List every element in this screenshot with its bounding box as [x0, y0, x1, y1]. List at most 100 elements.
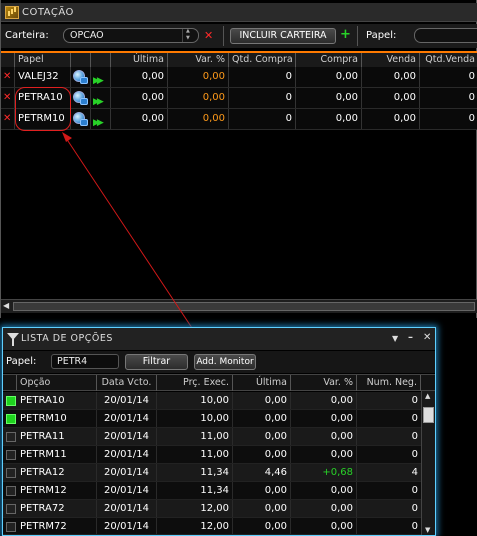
- col-var[interactable]: Var. %: [291, 375, 357, 391]
- col-compra[interactable]: Compra: [296, 53, 362, 67]
- lista-opcoes-vertical-scrollbar[interactable]: ▲ ▼: [421, 391, 435, 535]
- remove-row-icon[interactable]: ✕: [1, 88, 15, 108]
- filtrar-button[interactable]: Filtrar: [125, 354, 188, 370]
- send-order-icon[interactable]: ▶▶: [91, 67, 111, 87]
- row-prc-exec: 11,34: [157, 482, 233, 499]
- row-opcao: PETRM72: [17, 518, 97, 534]
- option-row[interactable]: PETRM12 20/01/14 11,34 0,00 0,00 0: [3, 482, 421, 500]
- search-book-icon[interactable]: [71, 88, 91, 108]
- send-order-icon[interactable]: ▶▶: [91, 88, 111, 108]
- remove-row-icon[interactable]: ✕: [1, 109, 15, 129]
- option-row[interactable]: PETRM10 20/01/14 10,00 0,00 0,00 0: [3, 410, 421, 428]
- row-qtd-venda: 0: [468, 71, 475, 82]
- papel-input[interactable]: [414, 28, 477, 43]
- row-qtd-compra: 0: [229, 67, 296, 87]
- row-ultima: 0,00: [233, 500, 291, 517]
- scroll-up-arrow-icon[interactable]: ▲: [425, 392, 430, 400]
- dropdown-menu-icon[interactable]: ▼: [392, 334, 398, 343]
- col-var[interactable]: Var. %: [168, 53, 229, 67]
- row-var: 0,00: [168, 88, 229, 108]
- lista-opcoes-title: LISTA DE OPÇÕES: [21, 333, 113, 344]
- carteira-select[interactable]: OPCAO: [63, 28, 199, 43]
- cotacao-window: COTAÇÃO Carteira: OPCAO ✕ INCLUIR CARTEI…: [0, 0, 477, 318]
- option-row[interactable]: PETRA12 20/01/14 11,34 4,46 +0,68 4: [3, 464, 421, 482]
- row-opcao: PETRA12: [17, 464, 97, 481]
- row-ultima: 0,00: [233, 428, 291, 445]
- option-row[interactable]: PETRA11 20/01/14 11,00 0,00 0,00 0: [3, 428, 421, 446]
- col-num-neg[interactable]: Num. Neg.: [357, 375, 421, 391]
- remove-carteira-icon[interactable]: ✕: [204, 29, 213, 42]
- remove-row-icon[interactable]: ✕: [1, 67, 15, 87]
- cotacao-row[interactable]: ✕ PETRM10 ▶▶ 0,00 0,00 0 0,00 0,00 0: [1, 109, 477, 130]
- row-ultima: 0,00: [111, 109, 168, 129]
- carteira-select-value: OPCAO: [70, 30, 104, 41]
- row-data-vcto: 20/01/14: [97, 518, 157, 534]
- row-num-neg: 0: [411, 485, 418, 496]
- row-var: 0,00: [291, 392, 357, 409]
- lista-opcoes-title-bar[interactable]: LISTA DE OPÇÕES ▼ – ✕: [3, 328, 435, 350]
- col-check: [3, 375, 17, 391]
- scroll-thumb[interactable]: [423, 407, 434, 423]
- row-checkbox[interactable]: [6, 486, 16, 496]
- row-var: 0,00: [291, 482, 357, 499]
- row-num-neg: 0: [411, 413, 418, 424]
- row-checkbox[interactable]: [6, 432, 16, 442]
- row-prc-exec: 11,00: [157, 446, 233, 463]
- scroll-down-arrow-icon[interactable]: ▼: [425, 526, 430, 534]
- filter-funnel-icon: [7, 333, 19, 346]
- papel-filter-input[interactable]: PETR4: [51, 354, 119, 369]
- cotacao-row[interactable]: ✕ VALEJ32 ▶▶ 0,00 0,00 0 0,00 0,00 0: [1, 67, 477, 88]
- row-qtd-venda: 0: [468, 113, 475, 124]
- row-checkbox[interactable]: [6, 450, 16, 460]
- close-icon[interactable]: ✕: [423, 332, 431, 343]
- row-var: 0,00: [168, 109, 229, 129]
- toolbar-divider: [357, 26, 358, 46]
- row-prc-exec: 10,00: [157, 392, 233, 409]
- row-opcao: PETRM12: [17, 482, 97, 499]
- option-row[interactable]: PETRM11 20/01/14 11,00 0,00 0,00 0: [3, 446, 421, 464]
- search-book-icon[interactable]: [71, 67, 91, 87]
- option-row[interactable]: PETRM72 20/01/14 12,00 0,00 0,00 0: [3, 518, 421, 535]
- row-checkbox[interactable]: [6, 504, 16, 514]
- minimize-icon[interactable]: –: [408, 332, 413, 343]
- row-qtd-venda: 0: [468, 92, 475, 103]
- option-row[interactable]: PETRA72 20/01/14 12,00 0,00 0,00 0: [3, 500, 421, 518]
- row-ultima: 0,00: [233, 410, 291, 427]
- send-order-icon[interactable]: ▶▶: [91, 109, 111, 129]
- row-ultima: 0,00: [233, 446, 291, 463]
- row-checkbox[interactable]: [6, 522, 16, 532]
- col-ultima[interactable]: Última: [111, 53, 168, 67]
- search-book-icon[interactable]: [71, 109, 91, 129]
- row-var: 0,00: [291, 446, 357, 463]
- scroll-left-arrow-icon[interactable]: ◀: [3, 301, 9, 310]
- col-papel[interactable]: Papel: [15, 53, 71, 67]
- add-plus-icon[interactable]: +: [340, 27, 351, 42]
- col-opcao[interactable]: Opção: [17, 375, 97, 391]
- row-num-neg: 0: [411, 395, 418, 406]
- row-checkbox[interactable]: [6, 414, 16, 424]
- scroll-thumb[interactable]: [13, 302, 475, 311]
- row-var: +0,68: [291, 464, 357, 481]
- row-data-vcto: 20/01/14: [97, 428, 157, 445]
- row-checkbox[interactable]: [6, 396, 16, 406]
- add-monitor-button[interactable]: Add. Monitor: [194, 354, 256, 370]
- row-prc-exec: 12,00: [157, 518, 233, 534]
- col-prc-exec[interactable]: Prç. Exec.: [157, 375, 233, 391]
- row-data-vcto: 20/01/14: [97, 446, 157, 463]
- row-checkbox[interactable]: [6, 468, 16, 478]
- incluir-carteira-button[interactable]: INCLUIR CARTEIRA: [230, 28, 336, 44]
- row-num-neg: 0: [411, 503, 418, 514]
- col-venda[interactable]: Venda: [362, 53, 420, 67]
- lista-opcoes-filter-bar: Papel: PETR4 Filtrar Add. Monitor: [3, 351, 435, 373]
- col-data-vcto[interactable]: Data Vcto.: [97, 375, 157, 391]
- row-opcao: PETRA11: [17, 428, 97, 445]
- option-row[interactable]: PETRA10 20/01/14 10,00 0,00 0,00 0: [3, 392, 421, 410]
- col-qtd-compra[interactable]: Qtd. Compra: [229, 53, 296, 67]
- lista-opcoes-grid-header: Opção Data Vcto. Prç. Exec. Última Var. …: [3, 374, 435, 391]
- cotacao-horizontal-scrollbar[interactable]: ◀: [1, 299, 477, 313]
- col-ultima[interactable]: Última: [233, 375, 291, 391]
- cotacao-row[interactable]: ✕ PETRA10 ▶▶ 0,00 0,00 0 0,00 0,00 0: [1, 88, 477, 109]
- col-qtd-venda[interactable]: Qtd.Venda: [420, 53, 477, 67]
- row-compra: 0,00: [296, 88, 362, 108]
- row-venda: 0,00: [362, 88, 420, 108]
